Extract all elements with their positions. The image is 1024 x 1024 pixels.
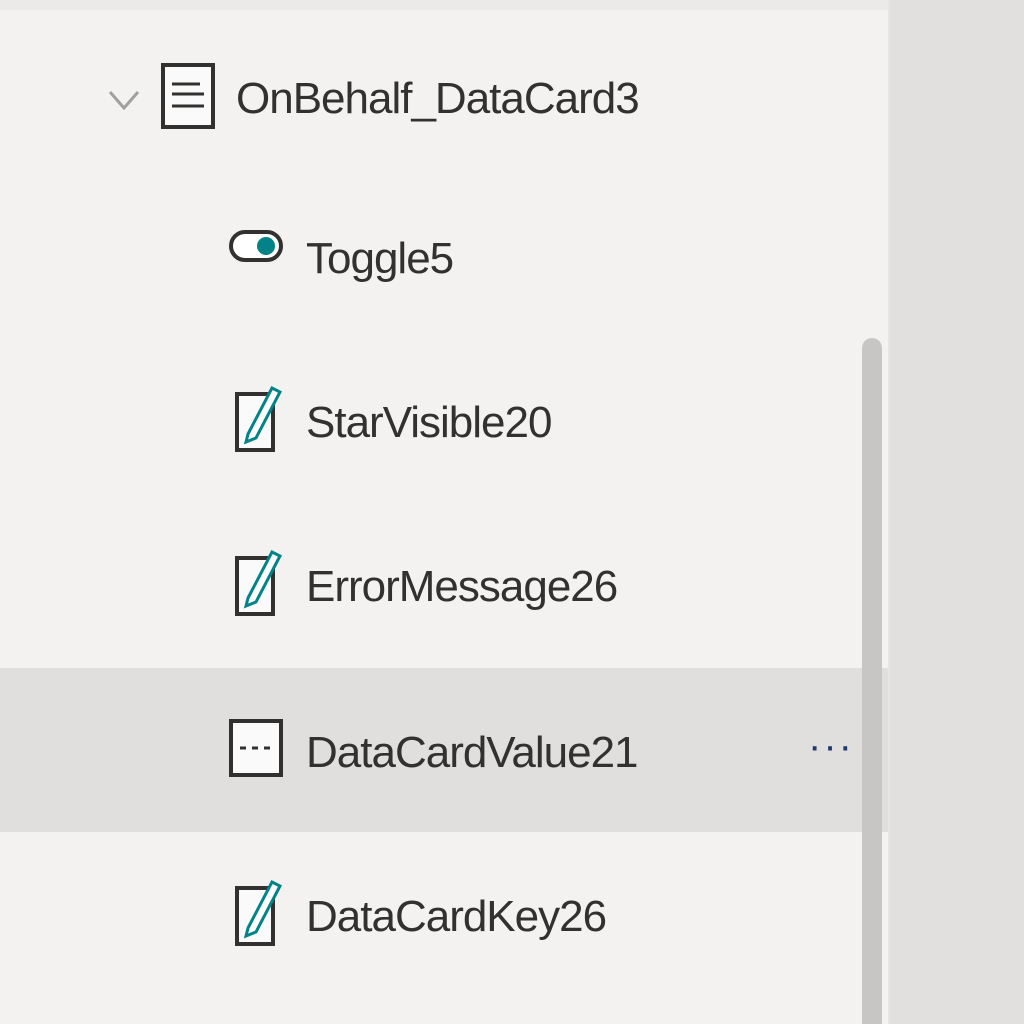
tree-node-label: Toggle5 <box>306 234 454 283</box>
tree-node-label: DataCardKey26 <box>306 892 607 941</box>
panel-top-strip <box>0 0 890 10</box>
tree-node-label: OnBehalf_DataCard3 <box>236 74 640 123</box>
label-edit-icon <box>235 549 282 616</box>
tree-node-label: StarVisible20 <box>306 398 552 447</box>
tree-node-label: DataCardValue21 <box>306 728 639 777</box>
tree-node-datacardkey26[interactable]: DataCardKey26 <box>0 832 888 996</box>
tree-node-label: ErrorMessage26 <box>306 562 618 611</box>
tree-node-errormessage26[interactable]: ErrorMessage26 <box>0 510 888 674</box>
tree-node-datacardvalue21[interactable]: DataCardValue21 ··· <box>0 668 888 832</box>
tree-view-screen: OnBehalf_DataCard3 Toggle5 StarVisible20 <box>0 0 1024 1024</box>
label-edit-icon <box>235 879 282 946</box>
right-panel <box>890 0 1024 1024</box>
tree-node-toggle5[interactable]: Toggle5 <box>0 182 888 346</box>
tree-view-panel: OnBehalf_DataCard3 Toggle5 StarVisible20 <box>0 0 890 1024</box>
data-card-icon <box>161 63 215 129</box>
chevron-down-icon[interactable] <box>104 80 144 120</box>
label-edit-icon <box>235 385 282 452</box>
toggle-icon <box>229 230 283 262</box>
tree-node-starvisible20[interactable]: StarVisible20 <box>0 346 888 510</box>
tree-node-onbehalf-datacard3[interactable]: OnBehalf_DataCard3 <box>0 18 888 182</box>
scrollbar-thumb[interactable] <box>862 338 882 1024</box>
text-input-icon <box>229 719 283 777</box>
